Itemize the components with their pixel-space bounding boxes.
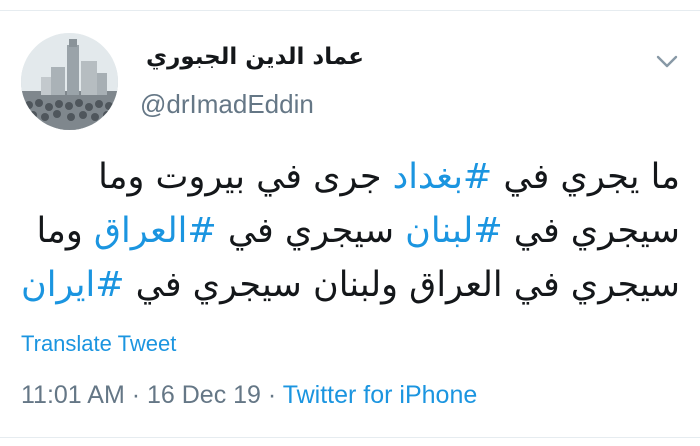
tweet-metadata: 11:01 AM · 16 Dec 19 · Twitter for iPhon… xyxy=(21,381,477,410)
hashtag-link[interactable]: #العراق xyxy=(94,211,217,251)
chevron-down-icon[interactable] xyxy=(653,50,681,72)
translate-tweet-link[interactable]: Translate Tweet xyxy=(21,331,176,357)
bottom-divider xyxy=(0,437,700,438)
tweet-text-segment: وما xyxy=(36,211,94,251)
avatar[interactable] xyxy=(21,33,118,130)
tweet-text-segment: سيجري في xyxy=(502,211,680,251)
tweet-text-segment: ما يجري في xyxy=(492,157,680,197)
separator: · xyxy=(260,381,283,409)
tweet-text-segment: سيجري في العراق ولبنان سيجري في xyxy=(124,265,680,305)
tweet-time[interactable]: 11:01 AM xyxy=(21,381,125,409)
hashtag-link[interactable]: #بغداد xyxy=(393,157,493,197)
tweet-line: سيجري في #لبنان سيجري في #العراق وما xyxy=(20,204,680,258)
user-handle[interactable]: @drImadEddin xyxy=(140,89,314,120)
top-divider xyxy=(0,10,700,11)
separator: · xyxy=(124,381,147,409)
tweet-text: ما يجري في #بغداد جرى في بيروت وما سيجري… xyxy=(20,150,680,312)
tweet-text-segment: سيجري في xyxy=(216,211,406,251)
tweet-date[interactable]: 16 Dec 19 xyxy=(147,381,261,409)
tweet-line: ما يجري في #بغداد جرى في بيروت وما xyxy=(20,150,680,204)
profile-photo-image xyxy=(21,33,118,130)
tweet-text-segment: جرى في بيروت وما xyxy=(98,157,393,197)
hashtag-link[interactable]: #ايران xyxy=(21,265,125,305)
tweet-line: سيجري في العراق ولبنان سيجري في #ايران xyxy=(20,258,680,312)
tweet-source-link[interactable]: Twitter for iPhone xyxy=(283,381,478,409)
display-name[interactable]: عماد الدين الجبوري xyxy=(146,44,364,70)
hashtag-link[interactable]: #لبنان xyxy=(405,211,502,251)
